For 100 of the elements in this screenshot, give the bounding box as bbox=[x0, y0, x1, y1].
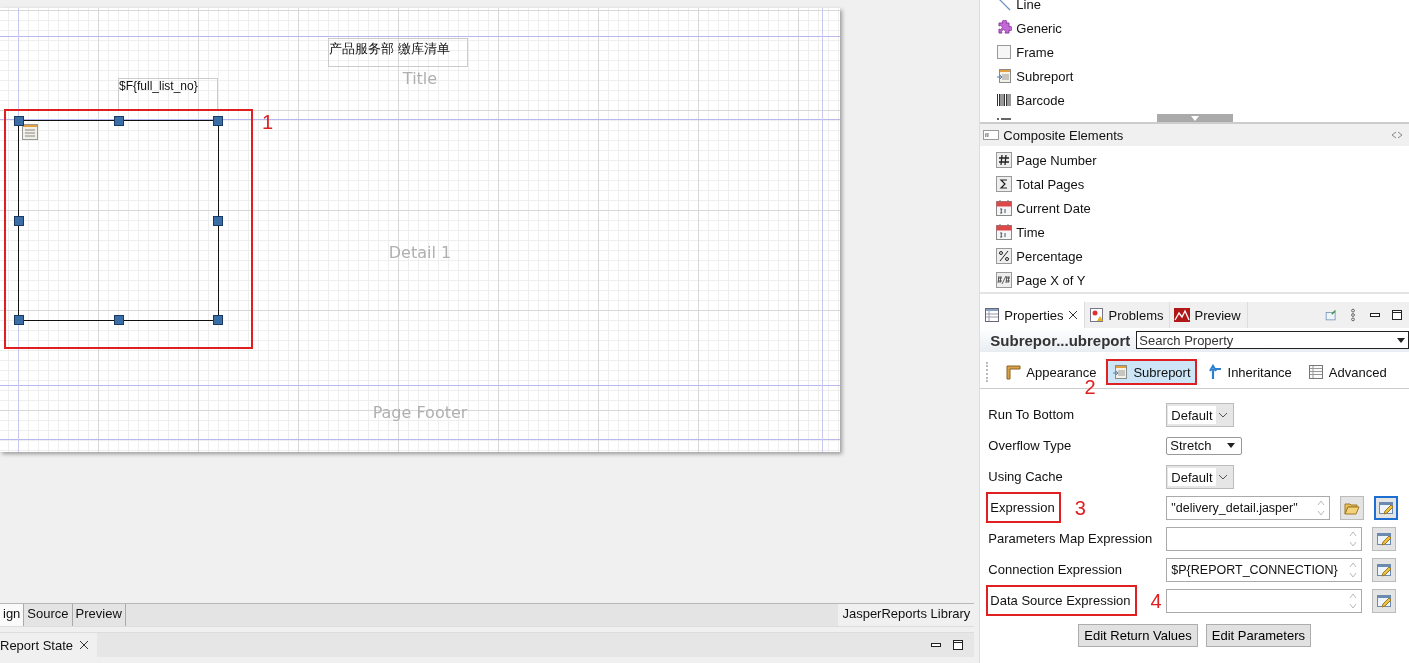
hash-icon bbox=[983, 130, 1000, 140]
puzzle-icon bbox=[996, 20, 1013, 36]
palette-item[interactable]: Line bbox=[980, 0, 1409, 16]
search-field[interactable]: Search Property bbox=[1136, 331, 1409, 349]
section-tab[interactable]: Subreport bbox=[1106, 359, 1197, 385]
subreport-icon bbox=[22, 124, 38, 140]
element-title: Subrepor...ubreport bbox=[990, 331, 1131, 349]
view-tab[interactable]: Properties bbox=[980, 302, 1085, 328]
expression-field[interactable] bbox=[1166, 588, 1363, 613]
pencil-icon bbox=[1376, 561, 1393, 578]
spinner-icon bbox=[1317, 498, 1326, 517]
table-icon bbox=[984, 307, 1001, 323]
resize-handle[interactable] bbox=[14, 315, 24, 325]
expression-field[interactable]: $P{REPORT_CONNECTION} bbox=[1166, 557, 1363, 582]
band-label: Detail 1 bbox=[388, 243, 452, 262]
pin-icon[interactable] bbox=[1325, 308, 1337, 322]
palette-item[interactable]: Page Number bbox=[980, 148, 1409, 172]
property-label: Data Source Expression bbox=[986, 585, 1137, 616]
annotation-number: 4 bbox=[1150, 590, 1162, 611]
palette-item[interactable]: Time bbox=[980, 220, 1409, 244]
close-icon[interactable] bbox=[1067, 310, 1078, 320]
caret-icon bbox=[1191, 115, 1200, 121]
pencil-icon bbox=[1376, 592, 1393, 609]
property-label: Connection Expression bbox=[987, 561, 1123, 579]
library-label: JasperReports Library bbox=[838, 604, 975, 626]
band-label: Title bbox=[402, 68, 438, 88]
edit-expression-button[interactable] bbox=[1372, 526, 1397, 551]
close-icon[interactable] bbox=[79, 640, 89, 650]
editor-tab[interactable]: ign bbox=[0, 604, 25, 626]
property-label: Using Cache bbox=[987, 468, 1064, 486]
dropdown[interactable]: Stretch bbox=[1166, 436, 1243, 455]
resize-handle[interactable] bbox=[113, 116, 124, 126]
spinner-icon bbox=[1349, 560, 1358, 579]
band-label: Page Footer bbox=[372, 403, 468, 422]
maximize-icon[interactable] bbox=[952, 638, 965, 652]
pencil-icon bbox=[1378, 499, 1395, 516]
section-tab[interactable]: Inheritance bbox=[1200, 359, 1298, 385]
calendar-icon bbox=[996, 224, 1013, 240]
edit-expression-button[interactable] bbox=[1372, 557, 1397, 582]
maximize-icon[interactable] bbox=[1391, 308, 1403, 322]
subreport-icon bbox=[1112, 364, 1129, 380]
table-icon bbox=[1307, 364, 1324, 380]
edit-expression-button[interactable] bbox=[1372, 588, 1397, 613]
calendar-icon bbox=[996, 200, 1013, 216]
annotation-number: 3 bbox=[1074, 497, 1086, 518]
browse-button[interactable] bbox=[1340, 495, 1365, 520]
edit-expression-button[interactable] bbox=[1374, 495, 1399, 520]
percent-icon bbox=[996, 248, 1013, 264]
subreport-icon bbox=[996, 68, 1013, 84]
frame-icon bbox=[996, 44, 1013, 60]
palette-item[interactable]: Subreport bbox=[980, 64, 1409, 88]
caret-icon bbox=[1397, 338, 1405, 343]
palette-item[interactable]: Percentage bbox=[980, 244, 1409, 268]
combo-box[interactable]: Default bbox=[1166, 464, 1235, 489]
resize-handle[interactable] bbox=[14, 116, 24, 126]
problems-icon bbox=[1088, 307, 1105, 323]
combo-box[interactable]: Default bbox=[1166, 402, 1235, 427]
property-label: Parameters Map Expression bbox=[987, 530, 1154, 548]
chevron-icon bbox=[1218, 411, 1229, 418]
hash-icon bbox=[996, 152, 1013, 168]
action-button[interactable]: Edit Return Values bbox=[1078, 624, 1198, 647]
ruler-icon bbox=[1005, 364, 1022, 380]
annotation-number: 1 bbox=[262, 112, 274, 132]
palette-item[interactable]: Barcode bbox=[980, 88, 1409, 112]
chevron-icon bbox=[1218, 473, 1229, 480]
static-text-element[interactable]: 产品服务部 缴库清单 bbox=[328, 38, 468, 67]
palette-item[interactable]: Frame bbox=[980, 40, 1409, 64]
section-tab[interactable]: Advanced bbox=[1301, 359, 1393, 385]
pencil-icon bbox=[1376, 530, 1393, 547]
annotation-number: 2 bbox=[1084, 377, 1096, 397]
property-label: Expression bbox=[986, 492, 1061, 523]
editor-tab[interactable]: Preview bbox=[72, 604, 126, 626]
resize-handle[interactable] bbox=[213, 215, 223, 226]
page-x-of-y-icon bbox=[996, 272, 1013, 288]
resize-handle[interactable] bbox=[213, 315, 223, 325]
property-label: Run To Bottom bbox=[987, 406, 1076, 424]
palette-item[interactable]: Page X of Y bbox=[980, 268, 1409, 292]
scroll-down-button[interactable] bbox=[1157, 114, 1234, 122]
expression-field[interactable] bbox=[1166, 526, 1363, 551]
arrow-icon bbox=[1206, 364, 1223, 380]
collapse-icon[interactable] bbox=[1391, 131, 1403, 139]
spinner-icon bbox=[1349, 591, 1358, 610]
chart-icon bbox=[1174, 307, 1191, 323]
palette-item[interactable]: Total Pages bbox=[980, 172, 1409, 196]
palette-item[interactable]: Current Date bbox=[980, 196, 1409, 220]
expression-field[interactable]: "delivery_detail.jasper" bbox=[1166, 495, 1331, 520]
resize-handle[interactable] bbox=[213, 116, 223, 126]
text-field-element[interactable]: $F{full_list_no} bbox=[118, 78, 218, 110]
resize-handle[interactable] bbox=[14, 215, 24, 226]
palette-section-header[interactable]: Composite Elements bbox=[980, 124, 1409, 146]
resize-handle[interactable] bbox=[113, 315, 124, 325]
sigma-icon bbox=[996, 176, 1013, 192]
action-button[interactable]: Edit Parameters bbox=[1205, 624, 1311, 647]
barcode-icon bbox=[996, 92, 1013, 108]
editor-tab[interactable]: Source bbox=[24, 604, 73, 626]
property-label: Overflow Type bbox=[987, 437, 1073, 455]
palette-item[interactable]: Generic bbox=[980, 16, 1409, 40]
spinner-icon bbox=[1349, 529, 1358, 548]
panel-tab[interactable]: Report State bbox=[0, 633, 97, 657]
caret-icon bbox=[1227, 443, 1236, 448]
